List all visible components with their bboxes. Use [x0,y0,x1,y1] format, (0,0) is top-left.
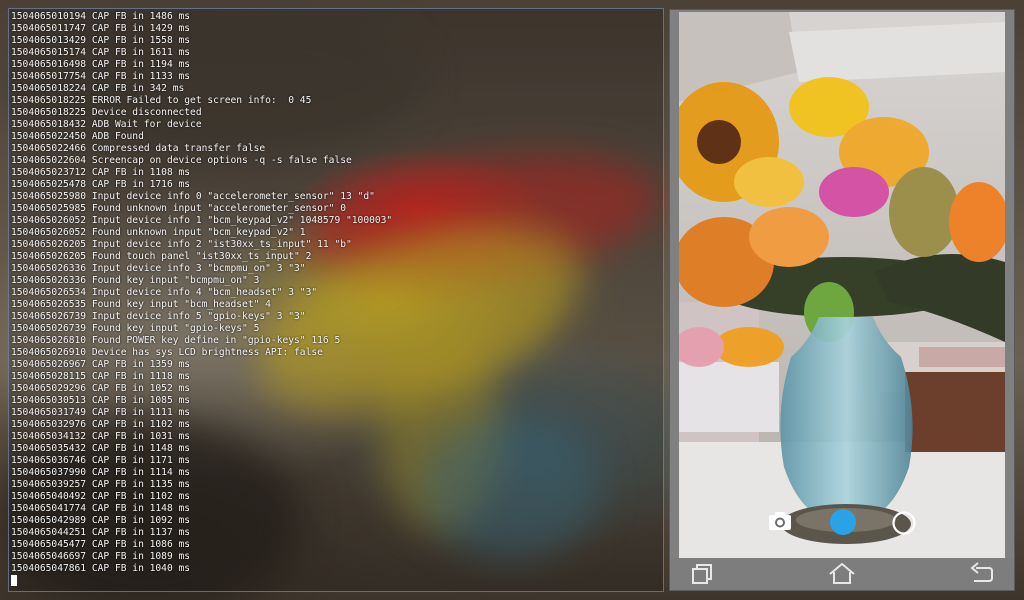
log-line: 1504065016498 CAP FB in 1194 ms [11,59,191,70]
log-line: 1504065022450 ADB Found [11,131,144,142]
text-cursor [11,575,17,586]
log-line: 1504065022604 Screencap on device option… [11,155,352,166]
log-line: 1504065026534 Input device info 4 "bcm_h… [11,287,318,298]
log-line: 1504065041774 CAP FB in 1148 ms [11,503,191,514]
log-line: 1504065011747 CAP FB in 1429 ms [11,23,191,34]
log-console-panel[interactable]: 1504065010194 CAP FB in 1486 ms 150406501… [8,8,664,592]
log-line: 1504065036746 CAP FB in 1171 ms [11,455,191,466]
device-screen[interactable] [679,12,1005,558]
log-line: 1504065028115 CAP FB in 1118 ms [11,371,191,382]
log-line: 1504065022466 Compressed data transfer f… [11,143,266,154]
log-line: 1504065026205 Found touch panel "ist30xx… [11,251,312,262]
log-line: 1504065013429 CAP FB in 1558 ms [11,35,191,46]
log-line: 1504065026967 CAP FB in 1359 ms [11,359,191,370]
camera-preview-image [679,12,1005,558]
log-line: 1504065026205 Input device info 2 "ist30… [11,239,352,250]
log-line: 1504065031749 CAP FB in 1111 ms [11,407,191,418]
log-line: 1504065046697 CAP FB in 1089 ms [11,551,191,562]
circle-mode-icon[interactable] [891,510,917,536]
recent-apps-icon[interactable] [690,562,716,586]
home-icon[interactable] [828,562,855,586]
log-line: 1504065032976 CAP FB in 1102 ms [11,419,191,430]
log-line: 1504065044251 CAP FB in 1137 ms [11,527,191,538]
log-line: 1504065047861 CAP FB in 1040 ms [11,563,191,574]
log-line: 1504065026810 Found POWER key define in … [11,335,341,346]
log-line: 1504065045477 CAP FB in 1086 ms [11,539,191,550]
log-line: 1504065026336 Found key input "bcmpmu_on… [11,275,260,286]
log-line: 1504065018225 ERROR Failed to get screen… [11,95,312,106]
log-line: 1504065010194 CAP FB in 1486 ms [11,11,191,22]
log-line: 1504065037990 CAP FB in 1114 ms [11,467,191,478]
log-line: 1504065015174 CAP FB in 1611 ms [11,47,191,58]
log-line: 1504065030513 CAP FB in 1085 ms [11,395,191,406]
log-line: 1504065029296 CAP FB in 1052 ms [11,383,191,394]
log-line: 1504065034132 CAP FB in 1031 ms [11,431,191,442]
log-line: 1504065025980 Input device info 0 "accel… [11,191,375,202]
log-line: 1504065026336 Input device info 3 "bcmpm… [11,263,306,274]
log-line: 1504065018432 ADB Wait for device [11,119,202,130]
log-line: 1504065042989 CAP FB in 1092 ms [11,515,191,526]
log-line: 1504065026910 Device has sys LCD brightn… [11,347,323,358]
log-line: 1504065023712 CAP FB in 1108 ms [11,167,191,178]
log-line: 1504065018224 CAP FB in 342 ms [11,83,185,94]
log-line: 1504065026052 Input device info 1 "bcm_k… [11,215,393,226]
shutter-button[interactable] [829,508,857,536]
log-output: 1504065010194 CAP FB in 1486 ms 150406501… [11,11,392,587]
log-line: 1504065025985 Found unknown input "accel… [11,203,347,214]
log-line: 1504065039257 CAP FB in 1135 ms [11,479,191,490]
device-mirror-panel [669,9,1015,591]
android-navbar [670,558,1014,590]
camera-icon[interactable] [767,510,793,532]
console-cursor-line [11,575,392,587]
back-icon[interactable] [968,562,994,586]
log-line: 1504065026739 Found key input "gpio-keys… [11,323,260,334]
log-line: 1504065026052 Found unknown input "bcm_k… [11,227,306,238]
log-line: 1504065025478 CAP FB in 1716 ms [11,179,191,190]
log-line: 1504065026535 Found key input "bcm_heads… [11,299,271,310]
log-line: 1504065035432 CAP FB in 1148 ms [11,443,191,454]
log-line: 1504065040492 CAP FB in 1102 ms [11,491,191,502]
log-line: 1504065026739 Input device info 5 "gpio-… [11,311,306,322]
log-line: 1504065017754 CAP FB in 1133 ms [11,71,191,82]
log-line: 1504065018225 Device disconnected [11,107,202,118]
